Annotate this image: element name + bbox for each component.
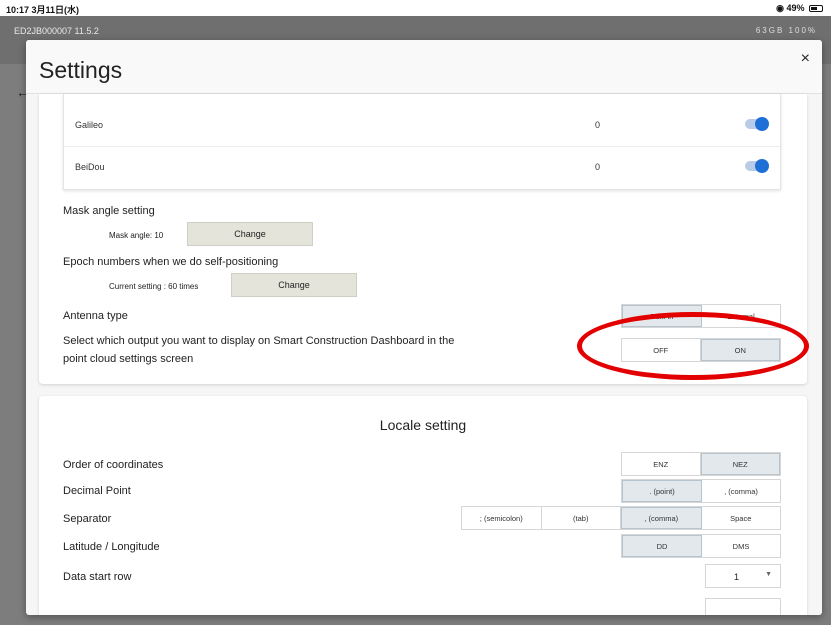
gnss-settings-card: Galileo 0 BeiDou 0 Mask angle setting Ma… <box>39 94 807 384</box>
separator-label: Separator <box>63 513 112 525</box>
separator-semicolon-option[interactable]: ; (semicolon) <box>462 507 542 529</box>
lat-lon-label: Latitude / Longitude <box>63 541 160 553</box>
data-start-row-value: 1 <box>734 572 740 582</box>
epoch-change-button[interactable]: Change <box>231 273 357 297</box>
gnss-row-galileo: Galileo 0 <box>64 105 780 147</box>
decimal-point-option[interactable]: . (point) <box>622 480 702 502</box>
toggle-knob <box>755 117 769 131</box>
data-start-row-select[interactable]: 1 ▼ <box>705 564 781 588</box>
status-battery: ◉ 49% <box>776 3 823 14</box>
modal-header: Settings × <box>26 40 822 94</box>
modal-title: Settings <box>39 57 123 83</box>
separator-tab-option[interactable]: (tab) <box>541 507 621 529</box>
order-of-coordinates-segment: ENZ NEZ <box>621 452 781 476</box>
gnss-count: 0 <box>595 120 601 130</box>
separator-segment: ; (semicolon) (tab) , (comma) Space <box>461 506 781 530</box>
gnss-table: Galileo 0 BeiDou 0 <box>63 94 781 190</box>
mask-angle-value: Mask angle: 10 <box>109 231 164 240</box>
lat-lon-dms-option[interactable]: DMS <box>702 535 780 557</box>
close-icon[interactable]: × <box>801 50 810 68</box>
epoch-heading: Epoch numbers when we do self-positionin… <box>63 256 279 268</box>
decimal-comma-option[interactable]: , (comma) <box>702 480 780 502</box>
gnss-row-beidou: BeiDou 0 <box>64 147 780 189</box>
dashboard-output-label-line2: point cloud settings screen <box>63 353 194 365</box>
locale-settings-card: Locale setting Order of coordinates ENZ … <box>39 396 807 615</box>
antenna-external-option[interactable]: External <box>702 305 780 327</box>
lat-lon-dd-option[interactable]: DD <box>622 535 702 557</box>
galileo-toggle[interactable] <box>745 117 769 131</box>
lat-lon-segment: DD DMS <box>621 534 781 558</box>
status-bar: 10:17 3月11日(水) ◉ 49% <box>0 0 831 16</box>
gnss-name: Galileo <box>75 120 104 130</box>
epoch-value: Current setting : 60 times <box>109 282 199 291</box>
locale-section-title: Locale setting <box>379 417 467 433</box>
gnss-count: 0 <box>595 162 601 172</box>
decimal-point-label: Decimal Point <box>63 485 131 497</box>
data-start-row-label: Data start row <box>63 571 132 583</box>
chevron-down-icon: ▼ <box>765 571 772 578</box>
tray-status: 63GB 100% <box>755 26 817 35</box>
mask-angle-heading: Mask angle setting <box>63 205 155 217</box>
gnss-name: BeiDou <box>75 162 105 172</box>
antenna-type-segment: Built-in External <box>621 304 781 328</box>
antenna-built-in-option[interactable]: Built-in <box>622 305 702 327</box>
mask-angle-change-button[interactable]: Change <box>187 222 313 246</box>
battery-icon <box>809 5 823 13</box>
decimal-point-segment: . (point) , (comma) <box>621 479 781 503</box>
order-enz-option[interactable]: ENZ <box>622 453 701 475</box>
beidou-toggle[interactable] <box>745 159 769 173</box>
next-row-select-partial[interactable] <box>705 598 781 615</box>
device-id: ED2JB000007 11.5.2 <box>14 26 99 36</box>
dashboard-output-off-option[interactable]: OFF <box>622 339 701 361</box>
toggle-knob <box>755 159 769 173</box>
dashboard-output-label-line1: Select which output you want to display … <box>63 335 455 347</box>
antenna-type-label: Antenna type <box>63 310 128 322</box>
wifi-battery-text: ◉ 49% <box>776 3 805 13</box>
separator-space-option[interactable]: Space <box>701 507 780 529</box>
status-time: 10:17 3月11日(水) <box>6 5 80 15</box>
order-of-coordinates-label: Order of coordinates <box>63 459 164 471</box>
separator-comma-option[interactable]: , (comma) <box>621 507 702 529</box>
order-nez-option[interactable]: NEZ <box>700 453 780 475</box>
dashboard-output-on-option[interactable]: ON <box>700 339 780 361</box>
dashboard-output-segment: OFF ON <box>621 338 781 362</box>
settings-modal: Settings × Galileo 0 BeiDou 0 Mask angle… <box>26 40 822 615</box>
